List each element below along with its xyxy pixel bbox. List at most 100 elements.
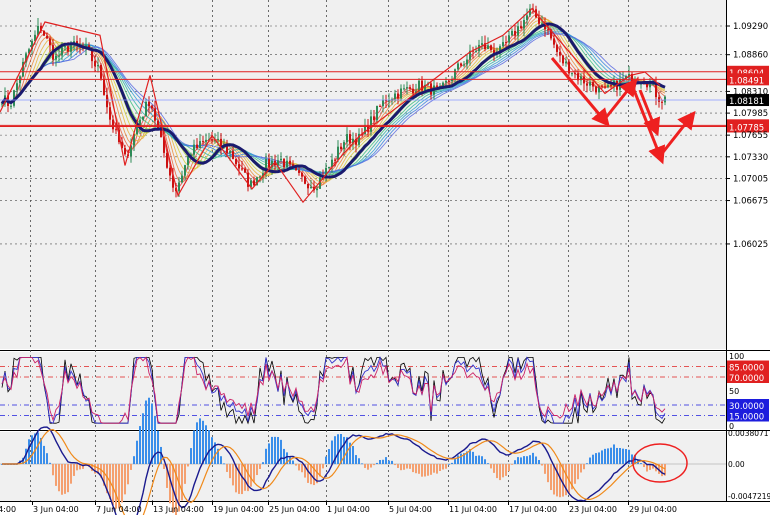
candle-body (301, 172, 303, 177)
candle-body (229, 151, 231, 154)
candle-body (649, 84, 651, 88)
macd-bar (361, 463, 363, 465)
macd-bar (328, 449, 330, 464)
candle-body (505, 42, 507, 44)
candle-body (526, 15, 528, 21)
candle-body (94, 61, 96, 67)
macd-bar (268, 443, 270, 464)
candle-body (55, 55, 57, 60)
candle-body (202, 141, 204, 143)
candle-body (412, 88, 414, 94)
candle-body (436, 85, 438, 87)
candle-body (238, 164, 240, 169)
macd-bar (37, 432, 39, 464)
macd-bar (406, 464, 408, 469)
candle-body (253, 180, 255, 186)
price-axis-label: 1.08860 (733, 51, 768, 61)
macd-panel[interactable] (0, 432, 726, 501)
candle-body (151, 106, 153, 109)
macd-bar (265, 448, 267, 464)
candle-body (610, 85, 612, 87)
candle-body (112, 119, 114, 130)
macd-bar (223, 463, 225, 465)
candle-body (466, 59, 468, 65)
macd-axis-label: 0.00 (728, 460, 745, 469)
candle-body (244, 168, 246, 173)
macd-bar (43, 445, 45, 464)
macd-bar (220, 456, 222, 464)
macd-bar (544, 464, 546, 474)
candle-body (487, 45, 489, 50)
macd-bar (481, 456, 483, 464)
candle-body (205, 139, 207, 142)
time-axis-label: 1 Jul 04:00 (327, 505, 370, 514)
price-level-label: 1.08491 (729, 76, 764, 86)
macd-bar (280, 439, 282, 464)
macd-bar (190, 448, 192, 464)
macd-bar (46, 453, 48, 464)
macd-bar (493, 464, 495, 473)
macd-bar (112, 464, 114, 505)
macd-bar (322, 464, 324, 469)
candle-body (388, 100, 390, 102)
macd-bar (535, 456, 537, 464)
macd-bar (382, 459, 384, 464)
candle-body (514, 30, 516, 36)
macd-bar (427, 464, 429, 476)
macd-bar (145, 400, 147, 464)
macd-bar (64, 464, 66, 494)
candle-body (343, 142, 345, 150)
candle-body (196, 144, 198, 148)
macd-bar (388, 460, 390, 464)
candle-body (211, 139, 213, 141)
candle-body (547, 29, 549, 31)
macd-bar (58, 464, 60, 492)
macd-bar (511, 464, 513, 465)
macd-bar (199, 418, 201, 464)
macd-bar (271, 436, 273, 464)
macd-bar (580, 464, 582, 473)
candle-body (460, 63, 462, 66)
macd-bar (196, 422, 198, 464)
candle-body (553, 38, 555, 45)
candle-body (49, 38, 51, 46)
macd-bar (604, 448, 606, 464)
macd-bar (391, 460, 393, 464)
macd-bar (133, 456, 135, 464)
macd-bar (121, 464, 123, 503)
macd-bar (163, 464, 165, 469)
macd-bar (259, 464, 261, 469)
candle-body (298, 170, 300, 173)
candle-body (142, 116, 144, 120)
candle-body (490, 45, 492, 50)
macd-bar (202, 420, 204, 464)
time-axis-label: 29 Jul 04:00 (629, 505, 677, 514)
macd-bar (193, 430, 195, 464)
candle-body (523, 20, 525, 29)
candle-body (604, 86, 606, 88)
candle-body (502, 42, 504, 47)
macd-bar (241, 464, 243, 495)
candle-body (145, 101, 147, 117)
candle-body (400, 88, 402, 99)
macd-bar (379, 460, 381, 464)
macd-bar (298, 464, 300, 471)
time-axis-label: 19 Jun 04:00 (213, 505, 264, 514)
macd-bar (331, 440, 333, 464)
main-chart-panel[interactable] (0, 0, 726, 349)
macd-bar (478, 455, 480, 464)
macd-bar (559, 464, 561, 498)
macd-bar (505, 464, 507, 476)
macd-bar (592, 454, 594, 464)
time-axis-label: 17 Jul 04:00 (509, 505, 557, 514)
chart-canvas[interactable]: 1.086041.084911.081811.078021.077851.092… (0, 0, 770, 519)
macd-bar (370, 464, 372, 468)
macd-bar (325, 456, 327, 464)
macd-bar (457, 455, 459, 464)
candle-body (373, 116, 375, 121)
macd-bar (496, 464, 498, 479)
candle-body (607, 85, 609, 88)
macd-bar (28, 439, 30, 464)
macd-bar (376, 462, 378, 464)
macd-bar (403, 464, 405, 470)
